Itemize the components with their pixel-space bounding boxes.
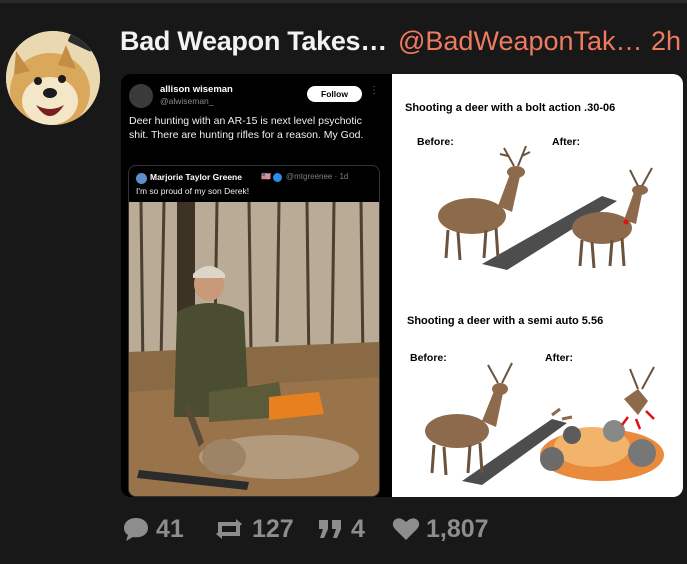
author-handle[interactable]: @BadWeaponTak… (398, 26, 643, 57)
tweet-text: Deer hunting with an AR-15 is next level… (129, 115, 364, 141)
hunting-photo (129, 202, 379, 496)
post-header: Bad Weapon Takes… @BadWeaponTak… 2h (120, 26, 687, 60)
quoted-avatar (136, 173, 147, 184)
like-count: 1,807 (426, 514, 489, 543)
quoted-text: I'm so proud of my son Derek! (136, 186, 250, 196)
deer-after-1 (572, 167, 653, 269)
deer-before-1 (438, 146, 531, 261)
bolt-action-scene (438, 146, 653, 270)
author-name[interactable]: Bad Weapon Takes… (120, 26, 387, 57)
reply-button[interactable]: 41 (122, 512, 184, 546)
quote-count: 4 (351, 514, 365, 543)
quoted-tweet: Marjorie Taylor Greene 🇺🇸 @mtgreenee · 1… (128, 165, 380, 497)
semi-auto-scene (425, 362, 664, 485)
quoted-handle: @mtgreenee · 1d (286, 172, 349, 181)
like-button[interactable]: 1,807 (392, 512, 489, 546)
verified-badge-icon (273, 173, 282, 182)
tweet-avatar (129, 84, 153, 108)
deer-meme-image[interactable]: Shooting a deer with a bolt action .30-0… (392, 74, 683, 497)
meme-title-bolt-action: Shooting a deer with a bolt action .30-0… (405, 102, 616, 114)
reply-count: 41 (156, 514, 184, 543)
repost-count: 127 (252, 514, 294, 543)
quoted-author-name: Marjorie Taylor Greene (150, 172, 242, 182)
repost-button[interactable]: 127 (212, 512, 294, 546)
like-icon (392, 518, 420, 540)
repost-icon (216, 519, 242, 539)
embedded-tweet-image[interactable]: allison wiseman @alwiseman_ Follow ⋮ Dee… (121, 74, 386, 497)
post-actions: 41 127 4 1,807 (122, 512, 682, 546)
top-divider (0, 0, 687, 3)
flag-icon: 🇺🇸 (261, 172, 271, 181)
tweet-follow-button: Follow (307, 86, 362, 102)
tweet-author-handle: @alwiseman_ (160, 96, 214, 106)
tweet-author-name: allison wiseman (160, 84, 233, 95)
dog-avatar-icon (6, 31, 100, 125)
post-media[interactable]: allison wiseman @alwiseman_ Follow ⋮ Dee… (121, 74, 683, 497)
author-avatar[interactable] (6, 31, 100, 125)
meme-title-semi-auto: Shooting a deer with a semi auto 5.56 (407, 315, 604, 327)
tweet-more-icon: ⋮ (369, 85, 379, 96)
quote-icon (319, 520, 341, 538)
post-timestamp[interactable]: 2h (651, 26, 681, 57)
quote-button[interactable]: 4 (317, 512, 365, 546)
reply-icon (124, 518, 148, 541)
